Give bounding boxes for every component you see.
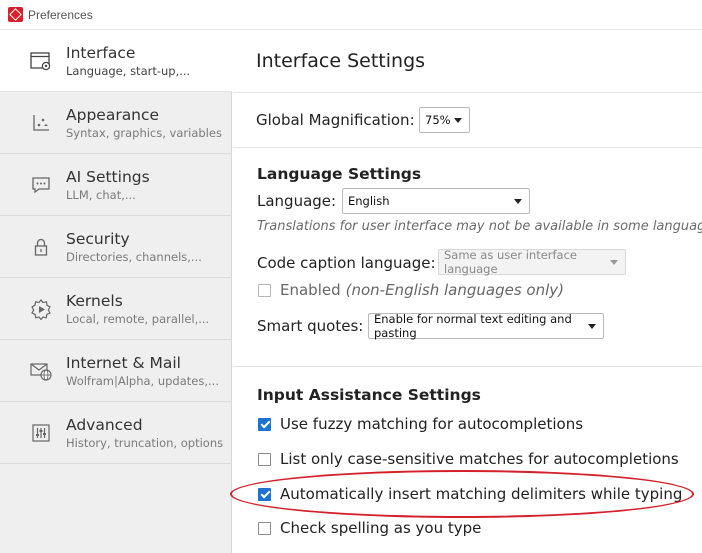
window-gear-icon (30, 50, 52, 72)
option-label: Use fuzzy matching for autocompletions (280, 415, 584, 433)
language-settings-heading: Language Settings (257, 165, 422, 183)
code-caption-value: Same as user interface language (444, 248, 578, 276)
smart-quotes-value: Enable for normal text editing and pasti… (374, 312, 572, 340)
mail-globe-icon (30, 360, 52, 382)
sidebar-item-label: Security (66, 229, 130, 248)
option-label: List only case-sensitive matches for aut… (280, 450, 679, 468)
sliders-icon (30, 422, 52, 444)
auto-delimiters-option[interactable]: Automatically insert matching delimiters… (258, 485, 682, 503)
sidebar-item-label: Appearance (66, 105, 160, 124)
sidebar-item-label: Kernels (66, 291, 123, 310)
title-bar: Preferences (0, 0, 702, 30)
chevron-down-icon (514, 199, 522, 204)
sidebar-item-appearance[interactable]: Appearance Syntax, graphics, variables (0, 92, 232, 154)
settings-panel: Interface Settings Global Magnification:… (233, 30, 702, 553)
magnification-section: Global Magnification: 75% (233, 94, 702, 148)
chevron-down-icon (610, 260, 618, 265)
fuzzy-matching-checkbox[interactable] (258, 417, 271, 431)
case-sensitive-checkbox[interactable] (258, 452, 271, 466)
enabled-note: (non-English languages only) (345, 281, 565, 299)
section-divider (233, 366, 702, 367)
plot-axes-icon (30, 112, 52, 134)
chevron-down-icon (588, 324, 596, 329)
option-label: Automatically insert matching delimiters… (280, 485, 683, 503)
magnification-select[interactable]: 75% (419, 107, 470, 133)
language-label: Language: (257, 192, 337, 210)
sidebar-item-label: AI Settings (66, 167, 150, 186)
smart-quotes-label: Smart quotes: (257, 317, 364, 335)
code-caption-select[interactable]: Same as user interface language (438, 248, 626, 276)
sidebar-item-sublabel: Language, start-up,... (66, 63, 191, 78)
window-title: Preferences (28, 7, 93, 22)
sidebar-item-sublabel: Syntax, graphics, variables (66, 125, 222, 140)
sidebar-item-label: Interface (66, 43, 136, 62)
sidebar-item-sublabel: Local, remote, parallel,... (66, 311, 210, 326)
spell-check-checkbox[interactable] (258, 521, 271, 535)
enabled-label: Enabled (280, 281, 341, 299)
spell-check-option[interactable]: Check spelling as you type (258, 519, 481, 537)
app-logo-icon (8, 7, 23, 22)
enabled-checkbox[interactable] (258, 283, 271, 297)
sidebar-item-kernels[interactable]: Kernels Local, remote, parallel,... (0, 278, 232, 340)
sidebar-item-sublabel: LLM, chat,... (66, 187, 136, 202)
fuzzy-matching-option[interactable]: Use fuzzy matching for autocompletions (258, 415, 583, 433)
enabled-option: Enabled (non-English languages only) (258, 281, 564, 299)
auto-delimiters-checkbox[interactable] (258, 487, 271, 501)
panel-header: Interface Settings (233, 30, 702, 93)
chevron-down-icon (454, 118, 462, 123)
sidebar-item-advanced[interactable]: Advanced History, truncation, options (0, 402, 232, 464)
page-title: Interface Settings (256, 50, 426, 72)
code-caption-label: Code caption language: (257, 254, 436, 272)
translation-note: Translations for user interface may not … (257, 219, 702, 234)
case-sensitive-option[interactable]: List only case-sensitive matches for aut… (258, 450, 679, 468)
sidebar-item-sublabel: History, truncation, options (66, 435, 224, 450)
sidebar-item-label: Advanced (66, 415, 143, 434)
sidebar-item-internet-mail[interactable]: Internet & Mail Wolfram|Alpha, updates,.… (0, 340, 232, 402)
magnification-value: 75% (425, 113, 451, 127)
sidebar-item-label: Internet & Mail (66, 353, 181, 372)
magnification-label: Global Magnification: (256, 111, 415, 129)
gear-play-icon (30, 298, 52, 320)
input-assistance-heading: Input Assistance Settings (257, 386, 481, 404)
option-label: Check spelling as you type (280, 519, 482, 537)
lock-icon (30, 236, 52, 258)
sidebar-item-security[interactable]: Security Directories, channels,... (0, 216, 232, 278)
language-select[interactable]: English (342, 188, 530, 214)
language-value: English (348, 194, 390, 208)
sidebar: Interface Language, start-up,... Appeara… (0, 30, 232, 553)
sidebar-item-sublabel: Directories, channels,... (66, 249, 202, 264)
smart-quotes-select[interactable]: Enable for normal text editing and pasti… (368, 312, 604, 340)
chat-bubble-icon (30, 174, 52, 196)
sidebar-item-ai-settings[interactable]: AI Settings LLM, chat,... (0, 154, 232, 216)
sidebar-item-sublabel: Wolfram|Alpha, updates,... (66, 373, 219, 388)
sidebar-item-interface[interactable]: Interface Language, start-up,... (0, 30, 232, 92)
